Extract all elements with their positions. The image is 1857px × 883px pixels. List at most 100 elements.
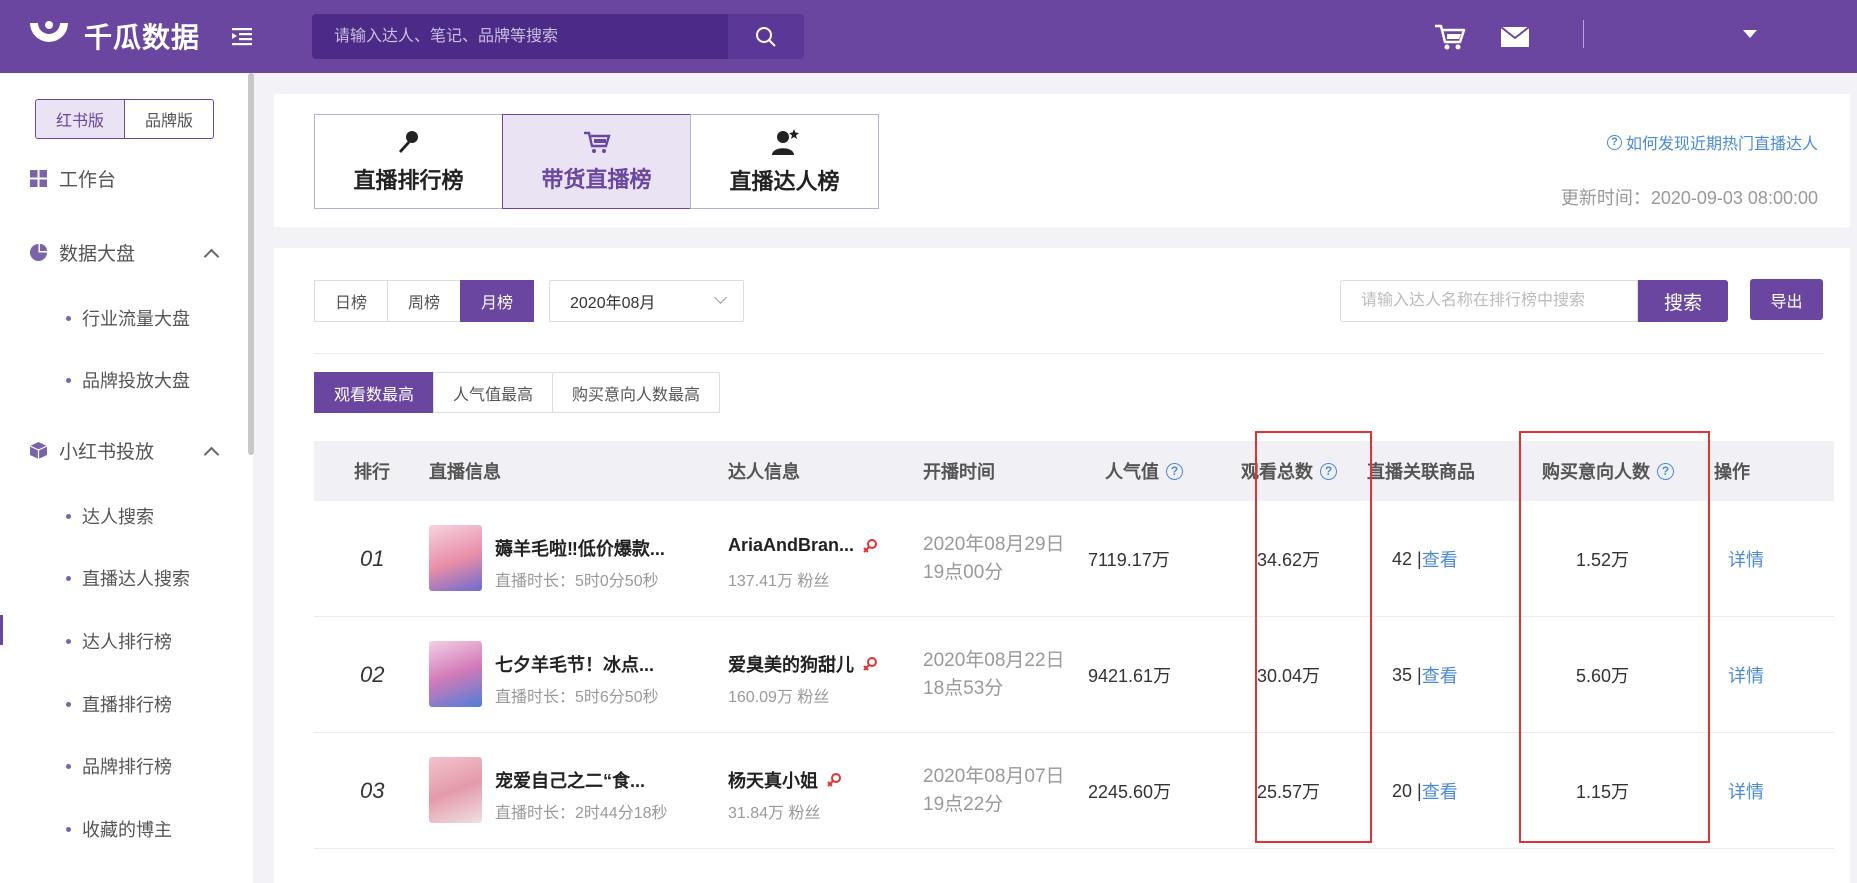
col-popularity: 人气值? [1105, 441, 1183, 501]
nav-favorite-bloggers[interactable]: 收藏的博主 [66, 816, 172, 842]
popularity-value: 7119.17万 [1088, 550, 1170, 570]
logo[interactable]: 千瓜数据 [26, 16, 200, 56]
live-title[interactable]: 薅羊毛啦‼低价爆款... [495, 535, 665, 561]
help-icon: ? [1606, 134, 1622, 150]
col-ops: 操作 [1714, 462, 1750, 482]
nav-kol-ranking[interactable]: 达人排行榜 [66, 628, 172, 654]
sidebar-scrollbar[interactable] [248, 73, 254, 455]
nav-xhs-delivery[interactable]: 小红书投放 [30, 437, 154, 464]
nav-xhs-delivery-label: 小红书投放 [59, 442, 155, 463]
kol-name[interactable]: AriaAndBran... [728, 535, 878, 556]
chevron-up-icon[interactable] [203, 446, 220, 463]
female-icon [863, 538, 878, 553]
sort-by-buyers[interactable]: 购买意向人数最高 [552, 372, 721, 413]
view-goods-link[interactable]: 查看 [1422, 662, 1458, 688]
ranking-panel: 日榜 周榜 月榜 2020年08月 搜索 导出 观看数最高 人气值最高 购买意向… [274, 248, 1850, 883]
month-select-value: 2020年08月 [570, 295, 656, 312]
help-icon[interactable]: ? [1166, 462, 1183, 480]
detail-link[interactable]: 详情 [1728, 733, 1764, 849]
kol-search-input[interactable] [1340, 280, 1638, 322]
nav-industry-traffic[interactable]: 行业流量大盘 [66, 305, 190, 331]
kol-name-text: AriaAndBran... [728, 535, 855, 555]
start-time: 2020年08月29日 19点00分 [923, 531, 1065, 587]
cart-icon[interactable] [1433, 22, 1467, 52]
start-time: 2020年08月22日 18点53分 [923, 647, 1065, 703]
highlight-box-views [1255, 431, 1372, 843]
start-time: 2020年08月07日 19点22分 [923, 763, 1065, 819]
sort-tabs: 观看数最高 人气值最高 购买意向人数最高 [314, 372, 721, 413]
goods-cell: 35 | 查看 [1392, 617, 1458, 733]
female-icon [827, 773, 841, 787]
start-date: 2020年08月29日 [923, 534, 1065, 555]
export-button[interactable]: 导出 [1750, 279, 1823, 320]
kol-name[interactable]: 杨天真小姐 [728, 767, 842, 793]
help-link[interactable]: ? 如何发现近期热门直播达人 [1606, 130, 1818, 154]
mail-icon[interactable] [1500, 25, 1530, 49]
top-divider [1583, 20, 1584, 48]
detail-link[interactable]: 详情 [1728, 617, 1764, 733]
period-tabs: 日榜 周榜 月榜 [314, 280, 535, 322]
tab-weekly[interactable]: 周榜 [387, 280, 462, 322]
month-select[interactable]: 2020年08月 [549, 280, 744, 322]
pie-chart-icon [30, 244, 47, 261]
sort-by-views[interactable]: 观看数最高 [314, 372, 435, 413]
logo-icon [30, 21, 68, 42]
kol-fans: 137.41万 粉丝 [728, 573, 830, 590]
view-goods-link[interactable]: 查看 [1422, 546, 1458, 572]
live-title[interactable]: 宠爱自己之二“食... [495, 767, 645, 793]
nav-brand-ranking[interactable]: 品牌排行榜 [66, 753, 172, 779]
live-duration: 直播时长：2时44分18秒 [495, 805, 668, 822]
tab-daily[interactable]: 日榜 [314, 280, 389, 322]
popularity-value: 9421.61万 [1088, 666, 1172, 686]
rank-number: 03 [360, 778, 385, 803]
live-duration: 直播时长：5时0分50秒 [495, 573, 659, 590]
user-menu-caret-icon[interactable] [1743, 30, 1757, 38]
tab-live-kol-ranking-label: 直播达人榜 [729, 168, 840, 194]
col-start-time: 开播时间 [923, 462, 995, 482]
kol-name-text: 杨天真小姐 [728, 771, 818, 791]
menu-collapse-icon[interactable] [230, 24, 254, 48]
view-goods-link[interactable]: 查看 [1422, 778, 1458, 804]
nav-data-dashboard[interactable]: 数据大盘 [30, 239, 135, 266]
ranking-type-panel: 直播排行榜 带货直播榜 直播达人榜 ? 如何发现近期热门直播达人 更新时间：20… [274, 94, 1850, 227]
sort-by-popularity[interactable]: 人气值最高 [433, 372, 554, 413]
version-switch: 红书版 品牌版 [35, 99, 215, 139]
top-bar: 千瓜数据 [0, 0, 1857, 73]
tab-sales-live-ranking[interactable]: 带货直播榜 [502, 114, 691, 209]
chevron-up-icon[interactable] [203, 248, 220, 265]
tab-live-kol-ranking[interactable]: 直播达人榜 [690, 114, 879, 209]
update-time: 更新时间：2020-09-03 08:00:00 [1560, 188, 1818, 208]
live-cover-image[interactable] [429, 757, 482, 823]
nav-live-kol-search[interactable]: 直播达人搜索 [66, 565, 190, 591]
live-cover-image[interactable] [429, 525, 482, 591]
version-tab-brand[interactable]: 品牌版 [125, 99, 215, 139]
start-clock: 19点22分 [923, 794, 1004, 815]
detail-link[interactable]: 详情 [1728, 501, 1764, 617]
col-popularity-label: 人气值 [1105, 462, 1159, 482]
tab-monthly[interactable]: 月榜 [460, 280, 535, 322]
grid-icon [30, 170, 47, 187]
nav-workbench[interactable]: 工作台 [30, 165, 116, 192]
live-cover-image[interactable] [429, 641, 482, 707]
chevron-down-icon [714, 291, 727, 304]
col-goods: 直播关联商品 [1367, 462, 1475, 482]
global-search-input[interactable] [312, 14, 728, 59]
global-search-button[interactable] [728, 14, 804, 59]
live-title[interactable]: 七夕羊毛节！冰点... [495, 651, 654, 677]
popularity-value: 2245.60万 [1088, 782, 1172, 802]
microphone-icon [398, 130, 418, 153]
logo-text: 千瓜数据 [84, 22, 201, 53]
kol-fans: 31.84万 粉丝 [728, 805, 821, 822]
kol-name[interactable]: 爱臭美的狗甜儿 [728, 651, 878, 677]
tab-live-ranking[interactable]: 直播排行榜 [314, 114, 503, 209]
tab-sales-live-ranking-label: 带货直播榜 [541, 166, 652, 192]
nav-kol-search[interactable]: 达人搜索 [66, 503, 154, 529]
kol-search-button[interactable]: 搜索 [1638, 280, 1728, 322]
cart-icon [583, 131, 611, 153]
nav-data-dashboard-label: 数据大盘 [59, 244, 136, 265]
goods-count: 20 | [1392, 780, 1422, 801]
nav-brand-delivery[interactable]: 品牌投放大盘 [66, 367, 190, 393]
nav-live-ranking[interactable]: 直播排行榜 [66, 691, 172, 717]
version-tab-xhs[interactable]: 红书版 [35, 99, 126, 139]
col-live-info: 直播信息 [429, 462, 501, 482]
